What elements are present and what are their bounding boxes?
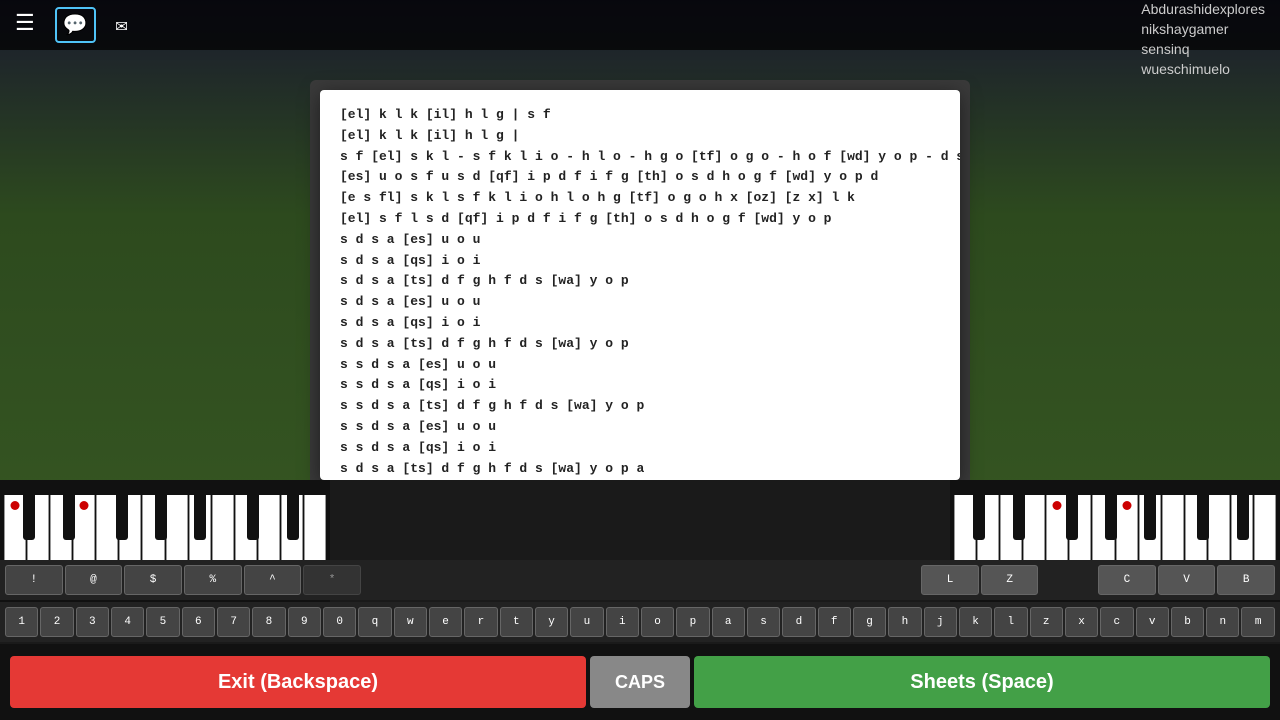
symbol-row: ! @ $ % ^ * L Z C V B xyxy=(0,560,1280,600)
exit-button[interactable]: Exit (Backspace) xyxy=(10,656,586,708)
sheet-line: s d s a [ts] d f g h f d s [wa] y o p xyxy=(340,271,940,292)
hamburger-icon[interactable]: ☰ xyxy=(15,14,35,36)
sheet-line: s d s a [es] u o u xyxy=(340,230,940,251)
key-u[interactable]: u xyxy=(570,607,603,637)
mail-icon[interactable]: ✉ xyxy=(116,12,128,38)
key-2[interactable]: 2 xyxy=(40,607,73,637)
key-n[interactable]: n xyxy=(1206,607,1239,637)
key-t[interactable]: t xyxy=(500,607,533,637)
sheet-line: [el] k l k [il] h l g | xyxy=(340,126,940,147)
key-at[interactable]: @ xyxy=(65,565,123,595)
sheet-line: s s d s a [es] u o u xyxy=(340,417,940,438)
key-y[interactable]: y xyxy=(535,607,568,637)
sheet-line: [es] u o s f u s d [qf] i p d f i f g [t… xyxy=(340,167,940,188)
key-m[interactable]: m xyxy=(1241,607,1274,637)
keyboard-area: ! @ $ % ^ * L Z C V B 1234567890qwertyui… xyxy=(0,480,1280,720)
key-8[interactable]: 8 xyxy=(252,607,285,637)
key-k[interactable]: k xyxy=(959,607,992,637)
user-list-item[interactable]: sensinq xyxy=(1141,41,1265,57)
key-L[interactable]: L xyxy=(921,565,979,595)
key-6[interactable]: 6 xyxy=(182,607,215,637)
key-c[interactable]: c xyxy=(1100,607,1133,637)
key-0[interactable]: 0 xyxy=(323,607,356,637)
user-list-item[interactable]: Abdurashidexplores xyxy=(1141,1,1265,17)
key-V[interactable]: V xyxy=(1158,565,1216,595)
key-percent[interactable]: % xyxy=(184,565,242,595)
key-B[interactable]: B xyxy=(1217,565,1275,595)
key-w[interactable]: w xyxy=(394,607,427,637)
sheet-line: s s d s a [ts] d f g h f d s [wa] y o p xyxy=(340,396,940,417)
key-j[interactable]: j xyxy=(924,607,957,637)
key-Z[interactable]: Z xyxy=(981,565,1039,595)
sheet-line: s f [el] s k l - s f k l i o - h l o - h… xyxy=(340,147,940,168)
sheet-line: [el] s f l s d [qf] i p d f i f g [th] o… xyxy=(340,209,940,230)
key-x[interactable]: x xyxy=(1065,607,1098,637)
key-p[interactable]: p xyxy=(676,607,709,637)
sheet-line: s d s a [ts] d f g h f d s [wa] y o p xyxy=(340,334,940,355)
letter-row: 1234567890qwertyuiopasdfghjklzxcvbnm xyxy=(0,602,1280,642)
sheet-line: [el] k l k [il] h l g | s f xyxy=(340,105,940,126)
topbar-left: ☰ 💬 ✉ xyxy=(15,7,128,43)
sheet-line: s s d s a [qs] i o i xyxy=(340,375,940,396)
key-9[interactable]: 9 xyxy=(288,607,321,637)
sheet-line: [e s fl] s k l s f k l i o h l o h g [tf… xyxy=(340,188,940,209)
key-o[interactable]: o xyxy=(641,607,674,637)
sheet-line: s s d s a [es] u o u xyxy=(340,355,940,376)
key-1[interactable]: 1 xyxy=(5,607,38,637)
sheet-line: s s d s a [qs] i o i xyxy=(340,438,940,459)
sheet-line: s d s a [qs] i o i xyxy=(340,251,940,272)
action-buttons: Exit (Backspace) CAPS Sheets (Space) xyxy=(0,644,1280,720)
sheets-button[interactable]: Sheets (Space) xyxy=(694,656,1270,708)
key-f[interactable]: f xyxy=(818,607,851,637)
key-b[interactable]: b xyxy=(1171,607,1204,637)
key-5[interactable]: 5 xyxy=(146,607,179,637)
key-4[interactable]: 4 xyxy=(111,607,144,637)
key-7[interactable]: 7 xyxy=(217,607,250,637)
key-asterisk[interactable]: * xyxy=(303,565,361,595)
key-s[interactable]: s xyxy=(747,607,780,637)
chat-icon[interactable]: 💬 xyxy=(55,7,96,43)
sheet-modal[interactable]: [el] k l k [il] h l g | s f[el] k l k [i… xyxy=(320,90,960,480)
key-g[interactable]: g xyxy=(853,607,886,637)
user-list: Abdurashidexplores nikshaygamer sensinq … xyxy=(1141,1,1265,77)
sheet-line: s d s a [ts] d f g h f d s [wa] y o p a xyxy=(340,459,940,480)
key-h[interactable]: h xyxy=(888,607,921,637)
key-q[interactable]: q xyxy=(358,607,391,637)
key-d[interactable]: d xyxy=(782,607,815,637)
user-list-item[interactable]: wueschimuelo xyxy=(1141,61,1265,77)
caps-button[interactable]: CAPS xyxy=(590,656,690,708)
key-a[interactable]: a xyxy=(712,607,745,637)
key-i[interactable]: i xyxy=(606,607,639,637)
sheet-line: s d s a [qs] i o i xyxy=(340,313,940,334)
key-3[interactable]: 3 xyxy=(76,607,109,637)
topbar: ☰ 💬 ✉ wueschimuelo Abdurashidexplores ni… xyxy=(0,0,1280,50)
topbar-right: wueschimuelo Abdurashidexplores nikshayg… xyxy=(1141,0,1265,50)
key-C[interactable]: C xyxy=(1098,565,1156,595)
key-z[interactable]: z xyxy=(1030,607,1063,637)
key-caret[interactable]: ^ xyxy=(244,565,302,595)
key-e[interactable]: e xyxy=(429,607,462,637)
key-v[interactable]: v xyxy=(1136,607,1169,637)
user-list-item[interactable]: nikshaygamer xyxy=(1141,21,1265,37)
sheet-line: s d s a [es] u o u xyxy=(340,292,940,313)
key-l[interactable]: l xyxy=(994,607,1027,637)
key-dollar[interactable]: $ xyxy=(124,565,182,595)
key-r[interactable]: r xyxy=(464,607,497,637)
key-exclaim[interactable]: ! xyxy=(5,565,63,595)
